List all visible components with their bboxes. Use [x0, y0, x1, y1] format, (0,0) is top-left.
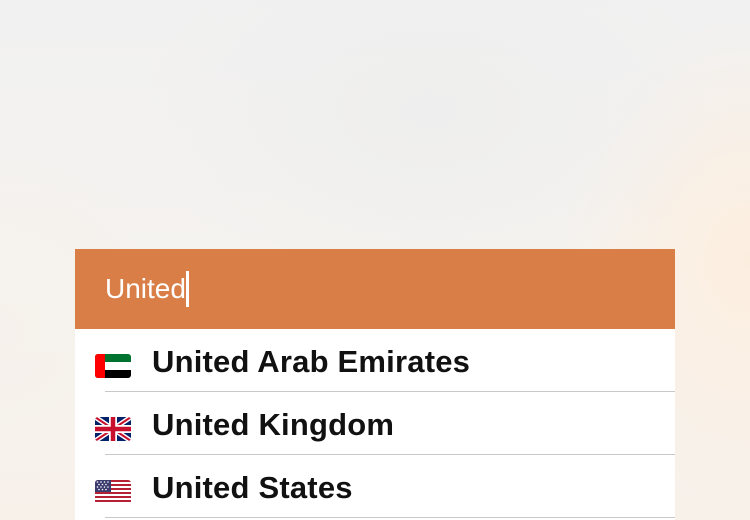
results-list: United Arab Emirates United Kingdom Unit…	[75, 329, 675, 518]
search-query-text: United	[105, 273, 186, 304]
country-name: United Arab Emirates	[152, 344, 471, 379]
country-name: United States	[152, 470, 353, 505]
result-row-united-arab-emirates[interactable]: United Arab Emirates	[75, 329, 675, 392]
search-bar[interactable]: United	[75, 249, 675, 329]
uae-flag-icon	[95, 354, 131, 378]
result-row-united-kingdom[interactable]: United Kingdom	[75, 392, 675, 455]
uk-flag-icon	[95, 417, 131, 441]
search-input[interactable]: United	[105, 271, 189, 307]
country-name: United Kingdom	[152, 407, 395, 442]
text-cursor	[185, 271, 189, 307]
result-row-united-states[interactable]: United States	[75, 455, 675, 518]
us-flag-icon	[95, 480, 131, 504]
country-picker-panel: United United Arab Emirates United Kingd…	[75, 249, 675, 520]
